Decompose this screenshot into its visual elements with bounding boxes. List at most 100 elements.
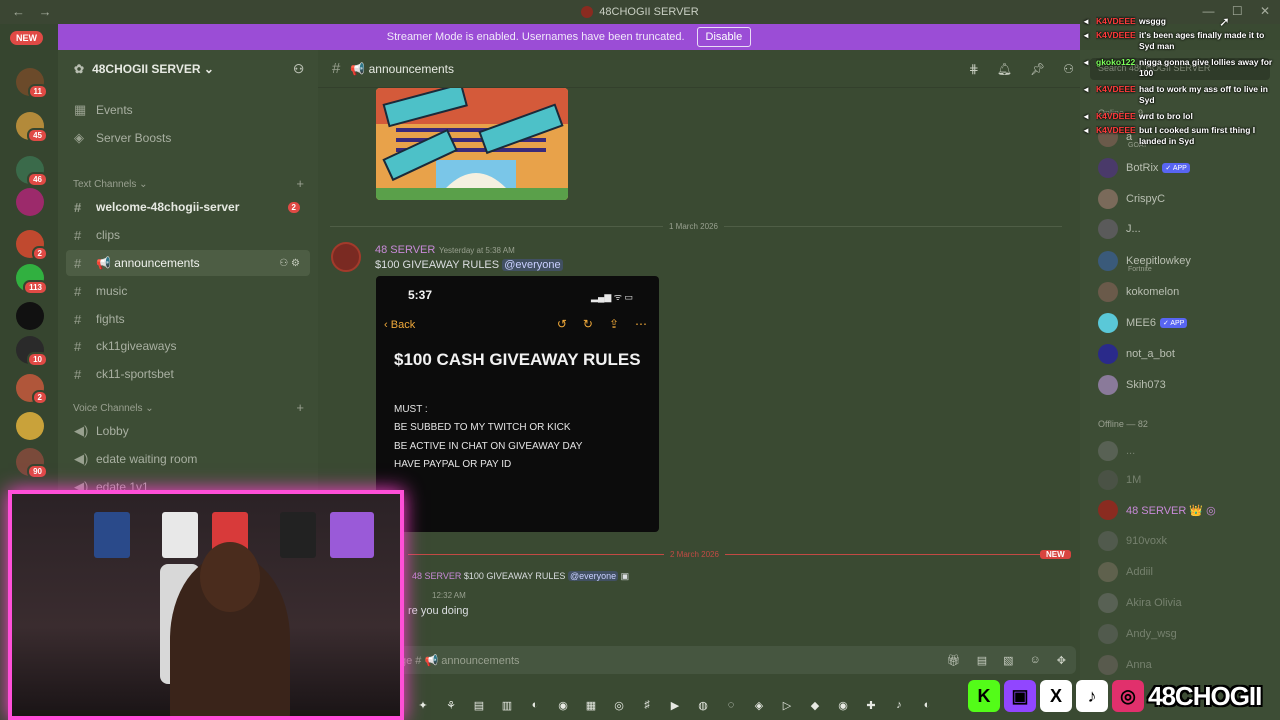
member-item[interactable]: J... xyxy=(1098,216,1278,242)
taskbar-app-icon[interactable]: ◉ xyxy=(834,699,852,712)
mouse-cursor-icon: ➚ xyxy=(1219,14,1230,29)
forward-arrow-icon[interactable]: → xyxy=(39,4,52,19)
create-channel-button[interactable]: + xyxy=(296,176,304,191)
voice-edate-waiting-room[interactable]: ◀) edate waiting room xyxy=(66,446,310,472)
message-input[interactable]: ge # 📢 announcements 🎁︎ ▤ ▧ ☺ ✥ xyxy=(392,646,1076,674)
phone-note-title: $100 CASH GIVEAWAY RULES xyxy=(394,350,641,369)
taskbar-app-icon[interactable]: ✚ xyxy=(862,699,880,712)
channel-announcements[interactable]: # 📢 announcements ⚇ ⚙ xyxy=(66,250,310,276)
date-divider-label: 1 March 2026 xyxy=(663,222,724,231)
channel-header: # 📢 announcements ⋕ 🔔︎ 📌︎ ⚇ xyxy=(318,50,1080,88)
taskbar-app-icon[interactable]: ⚘ xyxy=(442,699,460,712)
server-icon[interactable]: 45 xyxy=(16,112,48,143)
reply-preview[interactable]: 48 SERVER $100 GIVEAWAY RULES @everyone … xyxy=(412,571,629,582)
taskbar-app-icon[interactable]: ▷ xyxy=(778,699,796,712)
server-icon[interactable]: 46 xyxy=(16,156,48,187)
taskbar-app-icon[interactable]: ◉ xyxy=(554,699,572,712)
gif-icon[interactable]: ▤ xyxy=(977,654,987,667)
message-author[interactable]: 48 SERVER xyxy=(375,244,435,256)
everyone-mention[interactable]: @everyone xyxy=(502,259,563,271)
channel-fights[interactable]: # fights xyxy=(66,306,310,332)
twitch-icon: ▣ xyxy=(1004,680,1036,712)
member-item[interactable]: not_a_bot xyxy=(1098,341,1278,367)
apps-icon[interactable]: ✥ xyxy=(1057,654,1066,667)
chat-text: but I cooked sum first thing I landed in… xyxy=(1139,125,1256,146)
taskbar-app-icon[interactable]: ◈ xyxy=(750,699,768,712)
add-member-icon[interactable]: ⚇ xyxy=(293,62,304,76)
member-item[interactable]: 910voxk xyxy=(1098,528,1278,554)
voice-lobby[interactable]: ◀) Lobby xyxy=(66,418,310,444)
channel-settings-icons[interactable]: ⚇ ⚙ xyxy=(279,258,300,269)
speaker-icon: ◀) xyxy=(74,423,89,438)
member-item[interactable]: BotRix ✓ APP xyxy=(1098,155,1278,181)
taskbar-app-icon[interactable]: ▤ xyxy=(470,699,488,712)
taskbar-app-icon[interactable]: ✦ xyxy=(414,699,432,712)
taskbar-app-icon[interactable]: ◐ xyxy=(526,699,544,711)
member-item[interactable]: Anna xyxy=(1098,652,1278,678)
hash-icon: # xyxy=(74,255,82,271)
unread-badge: 2 xyxy=(287,201,300,213)
threads-icon[interactable]: ⋕ xyxy=(969,62,979,76)
taskbar-app-icon[interactable]: ▥ xyxy=(498,699,516,712)
taskbar-app-icon[interactable]: ◆ xyxy=(806,699,824,712)
channel-music[interactable]: # music xyxy=(66,278,310,304)
member-item[interactable]: Skih073 xyxy=(1098,372,1278,398)
text-channels-category[interactable]: Text Channels ⌄ xyxy=(73,179,148,190)
member-item[interactable]: MEE6 ✓ APP xyxy=(1098,310,1278,336)
channel-welcome[interactable]: # welcome-48chogii-server 2 xyxy=(66,194,310,220)
member-name: MEE6 xyxy=(1126,317,1156,329)
taskbar-app-icon[interactable]: ◎ xyxy=(610,699,628,712)
member-item[interactable]: 1M xyxy=(1098,467,1278,493)
channel-clips[interactable]: # clips xyxy=(66,222,310,248)
member-item[interactable]: 48 SERVER 👑 ◎ xyxy=(1098,497,1278,523)
create-voice-channel-button[interactable]: + xyxy=(296,400,304,415)
avatar xyxy=(1098,655,1118,675)
back-arrow-icon[interactable]: ← xyxy=(12,4,25,19)
taskbar-app-icon[interactable]: ◍ xyxy=(694,699,712,712)
channel-ck11giveaways[interactable]: # ck11giveaways xyxy=(66,333,310,359)
member-item[interactable]: Akira Olivia xyxy=(1098,590,1278,616)
server-icon[interactable]: 90 xyxy=(16,448,48,479)
giveaway-rules-image[interactable]: 5:37 ▂▄▆ ᯤ ▭ ‹ Back ↺ ↻ ⇪ ⋯ $100 CASH GI… xyxy=(376,276,659,532)
member-item[interactable]: ... xyxy=(1098,438,1278,464)
category-label: Voice Channels xyxy=(73,403,143,414)
x-icon: X xyxy=(1040,680,1072,712)
taskbar-app-icon[interactable]: ▦ xyxy=(582,699,600,712)
emoji-icon[interactable]: ☺ xyxy=(1030,654,1041,667)
server-icon[interactable] xyxy=(16,188,44,216)
festival-poster-image[interactable] xyxy=(376,88,568,200)
gift-icon[interactable]: 🎁︎ xyxy=(947,654,961,667)
avatar xyxy=(1098,344,1118,364)
taskbar-app-icon[interactable]: ◌ xyxy=(722,699,740,711)
pin-icon[interactable]: 📌︎ xyxy=(1030,62,1045,76)
avatar[interactable] xyxy=(331,242,361,272)
voice-channels-category[interactable]: Voice Channels ⌄ xyxy=(73,403,154,414)
server-icon[interactable]: 113 xyxy=(16,264,48,295)
member-item[interactable]: CrispyC xyxy=(1098,186,1278,212)
bell-icon[interactable]: 🔔︎ xyxy=(997,62,1012,76)
member-item[interactable]: Andy_wsg xyxy=(1098,621,1278,647)
server-icon[interactable]: 10 xyxy=(16,336,48,367)
taskbar-app-icon[interactable]: ◐ xyxy=(918,699,936,711)
instagram-icon: ◎ xyxy=(1112,680,1144,712)
window-title-text: 48CHOGII SERVER xyxy=(599,6,699,18)
taskbar-app-icon[interactable]: ♯ xyxy=(638,699,656,711)
server-icon[interactable]: 2 xyxy=(16,230,48,261)
sticker-icon[interactable]: ▧ xyxy=(1003,654,1013,667)
server-icon[interactable] xyxy=(16,302,44,330)
member-item[interactable]: kokomelon xyxy=(1098,279,1278,305)
server-header[interactable]: ✿ 48CHOGII SERVER ⌄ ⚇ xyxy=(58,50,318,88)
channel-ck11-sportsbet[interactable]: # ck11-sportsbet xyxy=(66,361,310,387)
members-icon[interactable]: ⚇ xyxy=(1063,62,1074,76)
server-icon[interactable]: 11 xyxy=(16,68,48,99)
taskbar-app-icon[interactable]: ▶ xyxy=(666,699,684,712)
member-item[interactable]: Keepitlowkey Fortnite xyxy=(1098,248,1278,274)
chat-text: wsggg xyxy=(1139,16,1166,26)
sidebar-item-events[interactable]: ▦ Events xyxy=(66,97,310,123)
sidebar-item-server-boosts[interactable]: ◈ Server Boosts xyxy=(66,125,310,151)
server-icon[interactable]: 2 xyxy=(16,374,48,405)
taskbar-app-icon[interactable]: ♪ xyxy=(890,699,908,711)
member-item[interactable]: Addiil xyxy=(1098,559,1278,585)
disable-button[interactable]: Disable xyxy=(696,27,752,47)
server-icon[interactable] xyxy=(16,412,44,440)
